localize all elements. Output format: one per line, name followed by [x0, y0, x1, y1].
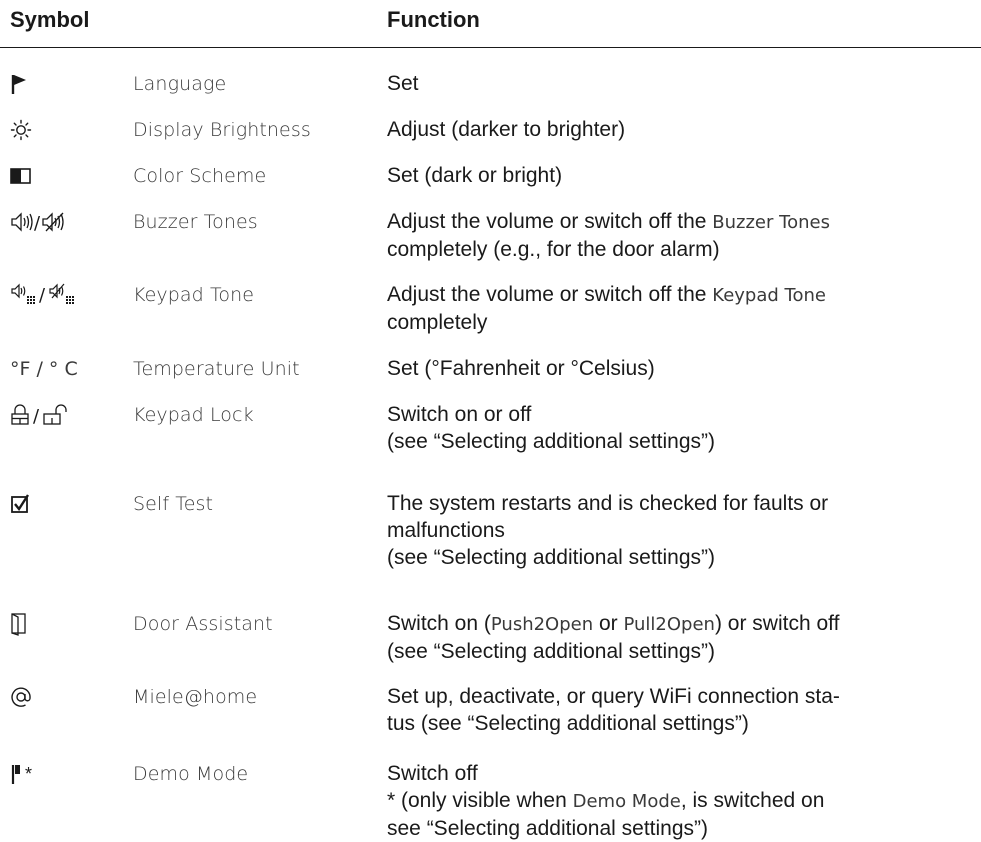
setting-name: Demo Mode [133, 763, 249, 785]
keypad-speaker-icon: / [10, 281, 86, 309]
symbol-column-header: Symbol [10, 7, 90, 32]
svg-text:/: / [39, 285, 46, 306]
setting-function: Adjust the volume or switch off the Buzz… [387, 210, 830, 261]
setting-function: Switch on (Push2Open or Pull2Open) or sw… [387, 612, 840, 663]
setting-function: Set (°Fahrenheit or °Celsius) [387, 357, 655, 380]
setting-function: Switch off * (only visible when Demo Mod… [387, 762, 825, 840]
setting-name: Display Brightness [133, 119, 311, 141]
asterisk: * [25, 763, 33, 784]
demo-flag-icon: * [10, 760, 32, 788]
flag-icon [10, 70, 30, 98]
brightness-icon [10, 116, 32, 144]
setting-name: Keypad Lock [133, 404, 254, 426]
setting-function: Set up, deactivate, or query WiFi connec… [387, 685, 840, 735]
setting-function: Switch on or off (see “Selecting additio… [387, 403, 716, 453]
setting-name: Color Scheme [133, 165, 267, 187]
color-scheme-icon [10, 162, 32, 190]
setting-function: Set [387, 72, 419, 95]
setting-function: Adjust the volume or switch off the Keyp… [387, 283, 826, 334]
setting-name: Self Test [133, 493, 214, 515]
setting-name: Temperature Unit [133, 358, 300, 380]
setting-name: Language [133, 73, 227, 95]
function-column-header: Function [387, 7, 480, 32]
setting-name: Door Assistant [133, 613, 273, 635]
at-icon [10, 683, 32, 711]
setting-function: Set (dark or bright) [387, 164, 563, 187]
svg-text:/: / [33, 406, 40, 427]
setting-name: Keypad Tone [133, 284, 255, 306]
setting-name: Miele@home [133, 686, 258, 708]
speaker-icon: / [10, 208, 72, 236]
setting-name: Buzzer Tones [133, 211, 258, 233]
setting-function: The system restarts and is checked for f… [387, 492, 829, 569]
temperature-unit-icon: °F / ° C [10, 358, 78, 380]
table-header: Symbol Function [0, 0, 981, 48]
setting-function: Adjust (darker to brighter) [387, 118, 626, 141]
door-icon [10, 610, 28, 638]
checkbox-icon [10, 490, 32, 518]
svg-text:/: / [34, 213, 41, 234]
lock-icon: / [10, 401, 72, 429]
